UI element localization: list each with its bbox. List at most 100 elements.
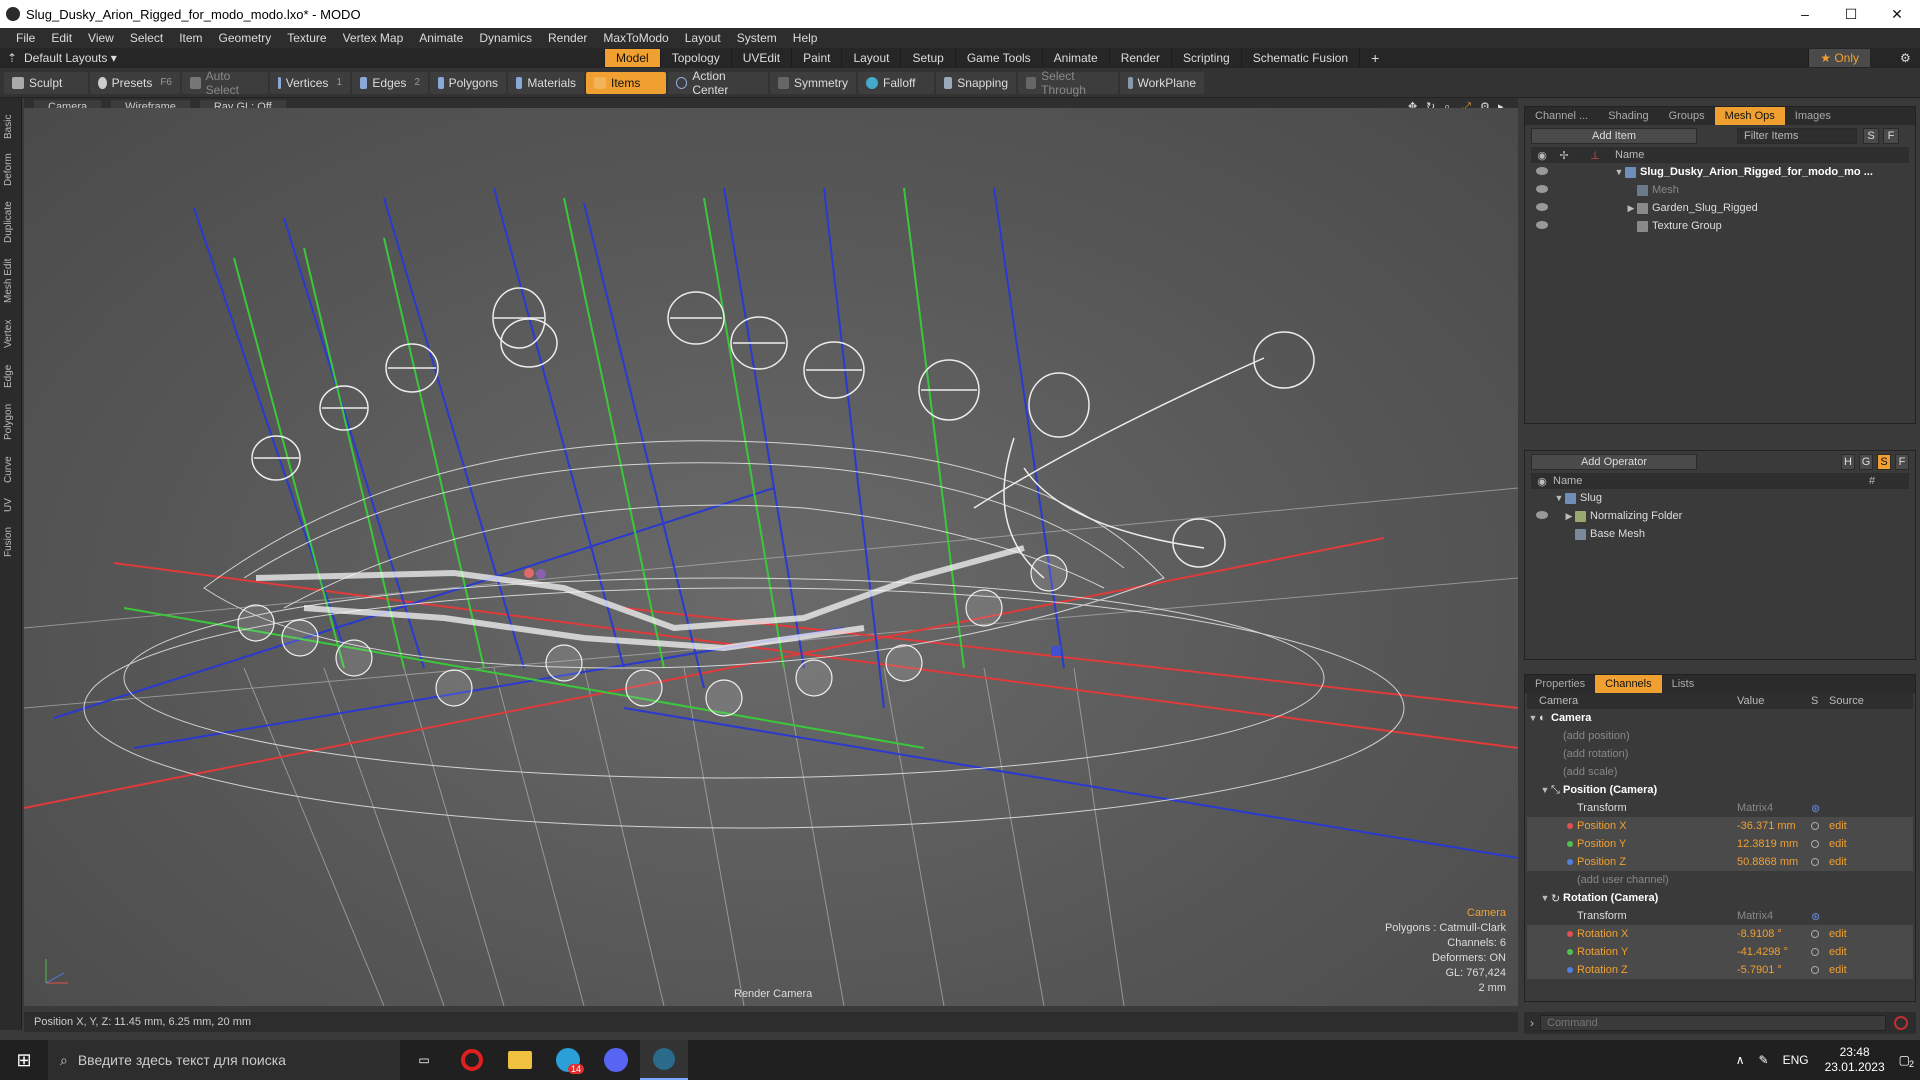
items-button[interactable]: Items: [586, 71, 666, 94]
tab-game-tools[interactable]: Game Tools: [954, 49, 1042, 67]
tray-chevron-icon[interactable]: ∧: [1736, 1053, 1745, 1067]
channel-source-edit[interactable]: edit: [1829, 964, 1847, 976]
channel-value[interactable]: -5.7901 °: [1737, 964, 1811, 976]
channel-row-add-user-channel[interactable]: (add user channel): [1527, 871, 1913, 889]
auto-select-button[interactable]: Auto Select: [182, 69, 268, 97]
items-f-button[interactable]: F: [1883, 128, 1899, 144]
channel-key-toggle[interactable]: [1811, 840, 1819, 848]
minimize-button[interactable]: –: [1782, 0, 1828, 28]
channel-key-toggle[interactable]: [1811, 966, 1819, 974]
clock[interactable]: 23:48 23.01.2023: [1825, 1045, 1885, 1075]
expand-icon[interactable]: ▶: [1563, 511, 1575, 522]
channel-key-toggle[interactable]: [1811, 930, 1819, 938]
tab-shading[interactable]: Shading: [1598, 107, 1658, 125]
channel-group-position[interactable]: ▼ ⤡ Position (Camera): [1527, 781, 1913, 799]
sculpt-button[interactable]: Sculpt: [4, 71, 88, 94]
tab-images[interactable]: Images: [1785, 107, 1841, 125]
tab-render[interactable]: Render: [1108, 49, 1171, 67]
taskbar-search[interactable]: ⌕ Введите здесь текст для поиска: [48, 1040, 400, 1080]
language-indicator[interactable]: ENG: [1783, 1053, 1809, 1067]
channel-key-toggle[interactable]: [1811, 822, 1819, 830]
menu-select[interactable]: Select: [122, 31, 171, 45]
tab-layout[interactable]: Layout: [841, 49, 900, 67]
select-through-button[interactable]: Select Through: [1018, 69, 1118, 97]
menu-dynamics[interactable]: Dynamics: [471, 31, 540, 45]
default-layouts-dropdown[interactable]: Default Layouts ▾: [24, 51, 604, 65]
tab-animate[interactable]: Animate: [1041, 49, 1109, 67]
menu-render[interactable]: Render: [540, 31, 595, 45]
strip-tab-edge[interactable]: Edge: [3, 360, 19, 392]
meshop-row-normalizing-folder[interactable]: ▶ Normalizing Folder: [1531, 507, 1909, 525]
item-row-mesh[interactable]: Mesh: [1531, 181, 1909, 199]
falloff-button[interactable]: Falloff: [858, 71, 934, 94]
channel-group-rotation[interactable]: ▼ ↻ Rotation (Camera): [1527, 889, 1913, 907]
tab-schematic-fusion[interactable]: Schematic Fusion: [1240, 49, 1359, 67]
start-button[interactable]: ⊞: [0, 1040, 48, 1080]
link-icon[interactable]: ⊛: [1811, 910, 1820, 923]
channel-source-edit[interactable]: edit: [1829, 928, 1847, 940]
item-row-texture-group[interactable]: Texture Group: [1531, 217, 1909, 235]
command-input[interactable]: [1540, 1015, 1886, 1031]
item-row-scene[interactable]: ▼ Slug_Dusky_Arion_Rigged_for_modo_mo ..…: [1531, 163, 1909, 181]
expand-icon[interactable]: ▼: [1527, 713, 1539, 723]
action-center-button[interactable]: Action Center: [668, 69, 768, 97]
add-item-dropdown[interactable]: Add Item: [1531, 128, 1697, 144]
channel-row-position-z[interactable]: Position Z 50.8868 mm edit: [1527, 853, 1913, 871]
menu-texture[interactable]: Texture: [279, 31, 334, 45]
tab-paint[interactable]: Paint: [791, 49, 841, 67]
strip-tab-basic[interactable]: Basic: [3, 110, 19, 144]
presets-button[interactable]: Presets F6: [90, 71, 180, 94]
channel-row-position-y[interactable]: Position Y 12.3819 mm edit: [1527, 835, 1913, 853]
channel-value[interactable]: 50.8868 mm: [1737, 856, 1811, 868]
meshops-s-button[interactable]: S: [1877, 454, 1891, 470]
close-button[interactable]: ✕: [1874, 0, 1920, 28]
eye-icon[interactable]: [1536, 167, 1548, 175]
link-icon[interactable]: ⊛: [1811, 802, 1820, 815]
task-view-icon[interactable]: ▭: [400, 1040, 448, 1080]
item-row-garden-slug[interactable]: ▶ Garden_Slug_Rigged: [1531, 199, 1909, 217]
3d-viewport[interactable]: Render Camera Camera Polygons : Catmull-…: [24, 108, 1518, 1006]
polygons-button[interactable]: Polygons: [430, 71, 506, 94]
channel-row-add-position[interactable]: (add position): [1527, 727, 1913, 745]
meshop-row-slug[interactable]: ▼ Slug: [1531, 489, 1909, 507]
vertices-button[interactable]: Vertices 1: [270, 71, 350, 94]
telegram-icon[interactable]: 14: [544, 1040, 592, 1080]
channel-row-transform[interactable]: Transform Matrix4 ⊛: [1527, 799, 1913, 817]
menu-file[interactable]: File: [8, 31, 43, 45]
channel-row-rotation-x[interactable]: Rotation X -8.9108 ° edit: [1527, 925, 1913, 943]
strip-tab-vertex[interactable]: Vertex: [3, 314, 19, 354]
expand-icon[interactable]: ▼: [1539, 893, 1551, 903]
meshops-f-button[interactable]: F: [1895, 454, 1909, 470]
channel-row-position-x[interactable]: Position X -36.371 mm edit: [1527, 817, 1913, 835]
eye-icon[interactable]: [1536, 221, 1548, 229]
layout-pin-icon[interactable]: ⇡: [0, 51, 24, 65]
symmetry-button[interactable]: Symmetry: [770, 71, 856, 94]
items-s-button[interactable]: S: [1863, 128, 1879, 144]
command-stop-icon[interactable]: [1894, 1016, 1908, 1030]
meshops-h-button[interactable]: H: [1841, 454, 1855, 470]
notifications-icon[interactable]: ▢ 2: [1899, 1053, 1914, 1069]
menu-vertex-map[interactable]: Vertex Map: [335, 31, 412, 45]
channel-row-add-rotation[interactable]: (add rotation): [1527, 745, 1913, 763]
expand-icon[interactable]: ▼: [1553, 493, 1565, 503]
tab-channel-haul[interactable]: Channel ...: [1525, 107, 1598, 125]
file-explorer-icon[interactable]: [496, 1040, 544, 1080]
strip-tab-duplicate[interactable]: Duplicate: [3, 196, 19, 248]
maximize-button[interactable]: ☐: [1828, 0, 1874, 28]
expand-icon[interactable]: ▶: [1625, 203, 1637, 214]
tab-mesh-ops[interactable]: Mesh Ops: [1714, 107, 1785, 125]
only-toggle[interactable]: ★ Only: [1808, 49, 1870, 67]
expand-icon[interactable]: ▼: [1539, 785, 1551, 795]
menu-edit[interactable]: Edit: [43, 31, 80, 45]
channel-key-toggle[interactable]: [1811, 858, 1819, 866]
channel-value[interactable]: -8.9108 °: [1737, 928, 1811, 940]
opera-icon[interactable]: [448, 1040, 496, 1080]
eye-icon[interactable]: [1536, 203, 1548, 211]
eye-icon[interactable]: [1536, 185, 1548, 193]
menu-view[interactable]: View: [80, 31, 122, 45]
menu-maxtomodo[interactable]: MaxToModo: [595, 31, 676, 45]
menu-geometry[interactable]: Geometry: [211, 31, 280, 45]
strip-tab-polygon[interactable]: Polygon: [3, 398, 19, 446]
strip-tab-uv[interactable]: UV: [3, 494, 19, 516]
meshop-row-base-mesh[interactable]: Base Mesh: [1531, 525, 1909, 543]
